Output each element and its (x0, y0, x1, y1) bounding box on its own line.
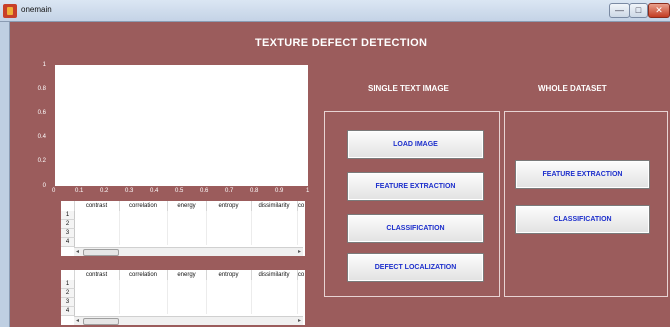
y-tick-label: 1 (42, 62, 46, 68)
scroll-left-icon[interactable]: ◂ (76, 248, 79, 256)
x-tick-label: 0 (52, 188, 56, 194)
column-header: energy (167, 201, 207, 211)
scroll-right-icon[interactable]: ▸ (298, 248, 301, 256)
feature-extraction-button[interactable]: FEATURE EXTRACTION (347, 172, 484, 201)
row-number: 2 (61, 220, 75, 229)
x-tick-label: 0.3 (125, 188, 134, 194)
x-tick-label: 0.9 (275, 188, 284, 194)
row-number: 4 (61, 307, 75, 316)
window-left-frame (0, 22, 10, 327)
x-tick-label: 0.8 (250, 188, 259, 194)
column-header: correlation (119, 201, 168, 211)
matlab-app-icon (3, 4, 17, 18)
column-header: dissimilarity (251, 201, 298, 211)
scrollbar-thumb[interactable] (83, 249, 119, 256)
row-number: 4 (61, 238, 75, 247)
x-tick-label: 0.5 (175, 188, 184, 194)
y-tick-label: 0.2 (37, 158, 46, 164)
scroll-right-icon[interactable]: ▸ (298, 317, 301, 325)
dataset-feature-extraction-button[interactable]: FEATURE EXTRACTION (515, 160, 650, 189)
column-header: correlation (119, 270, 168, 280)
row-number: 3 (61, 298, 75, 307)
x-tick-label: 0.1 (75, 188, 84, 194)
x-tick-label: 1 (306, 188, 310, 194)
column-header: energy (167, 270, 207, 280)
plot-axes-area (55, 65, 308, 186)
window-titlebar: onemain — □ ✕ (0, 0, 670, 22)
defect-localization-button[interactable]: DEFECT LOCALIZATION (347, 253, 484, 282)
column-header: dissimilarity (251, 270, 298, 280)
load-image-button[interactable]: LOAD IMAGE (347, 130, 484, 159)
scrollbar-thumb[interactable] (83, 318, 119, 325)
maximize-button[interactable]: □ (629, 3, 648, 18)
column-header: co (297, 203, 305, 209)
close-button[interactable]: ✕ (648, 3, 670, 18)
column-header: entropy (206, 201, 252, 211)
y-tick-label: 0.6 (37, 110, 46, 116)
table-corner (61, 201, 75, 211)
column-header: contrast (74, 270, 120, 280)
whole-dataset-section-title: WHOLE DATASET (538, 84, 607, 93)
row-number: 1 (61, 280, 75, 289)
column-header: contrast (74, 201, 120, 211)
horizontal-scrollbar[interactable]: ◂ ▸ (74, 316, 303, 325)
y-tick-label: 0 (42, 183, 46, 189)
x-tick-label: 0.6 (200, 188, 209, 194)
row-number: 3 (61, 229, 75, 238)
scroll-left-icon[interactable]: ◂ (76, 317, 79, 325)
window-title: onemain (21, 5, 52, 14)
dataset-classification-button[interactable]: CLASSIFICATION (515, 205, 650, 234)
x-tick-label: 0.4 (150, 188, 159, 194)
minimize-button[interactable]: — (609, 3, 630, 18)
row-number: 1 (61, 211, 75, 220)
row-number: 2 (61, 289, 75, 298)
column-header: entropy (206, 270, 252, 280)
horizontal-scrollbar[interactable]: ◂ ▸ (74, 247, 303, 256)
column-header: co (297, 272, 305, 278)
y-tick-label: 0.8 (37, 86, 46, 92)
feature-table-2[interactable]: contrast correlation energy entropy diss… (61, 270, 305, 325)
classification-button[interactable]: CLASSIFICATION (347, 214, 484, 243)
whole-dataset-panel (504, 111, 668, 297)
page-title: TEXTURE DEFECT DETECTION (255, 37, 428, 49)
x-tick-label: 0.7 (225, 188, 234, 194)
y-tick-label: 0.4 (37, 134, 46, 140)
single-image-section-title: SINGLE TEXT IMAGE (368, 84, 449, 93)
feature-table-1[interactable]: contrast correlation energy entropy diss… (61, 201, 305, 256)
table-corner (61, 270, 75, 280)
x-tick-label: 0.2 (100, 188, 109, 194)
